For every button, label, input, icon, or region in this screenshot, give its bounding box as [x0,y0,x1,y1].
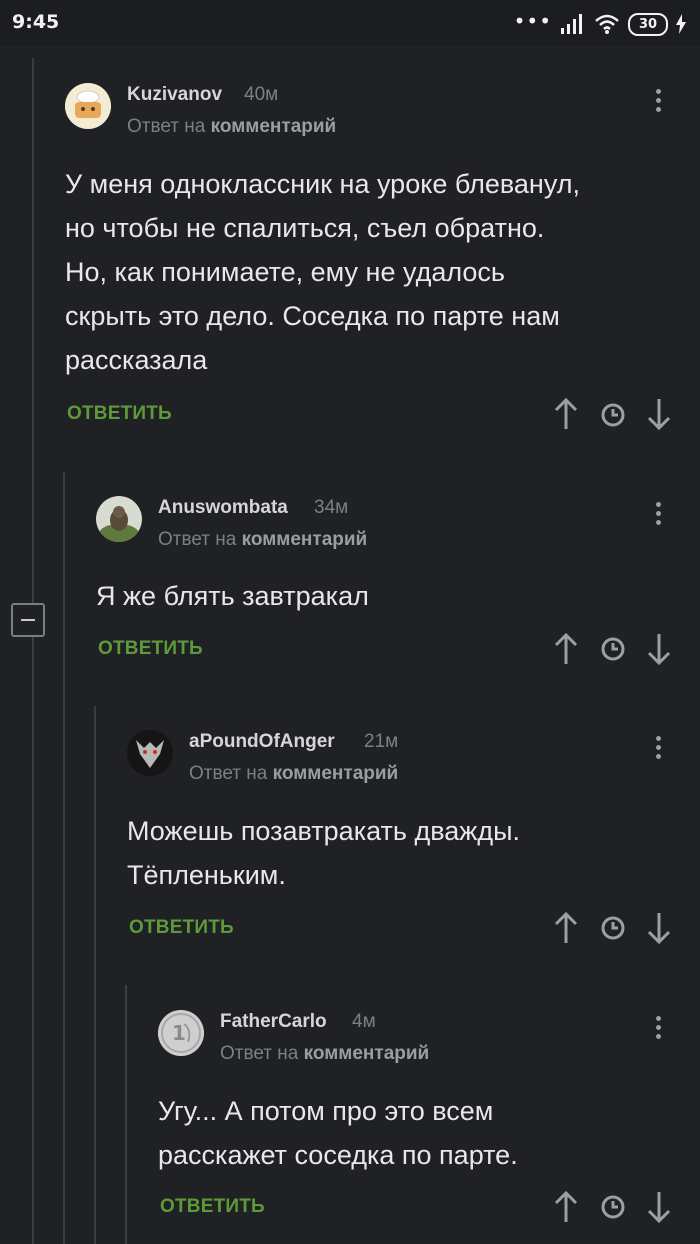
signal-icon [561,14,582,34]
comment-text: Можешь позавтракать дважды. Тёпленьким. [127,816,520,890]
upvote-icon[interactable] [553,632,579,666]
battery-icon: 30 [628,12,668,36]
username[interactable]: FatherCarlo [220,1011,327,1033]
downvote-icon[interactable] [646,911,672,945]
thread-line [63,472,65,1244]
status-time: 9:45 [12,11,60,33]
comment-time: 40м [244,84,279,105]
avatar[interactable] [127,730,173,776]
comment-text: У меня одноклассник на уроке блеванул, н… [65,169,581,375]
reply-button[interactable]: ОТВЕТИТЬ [98,638,203,660]
upvote-icon[interactable] [553,397,579,431]
reply-to-link[interactable]: Ответ на комментарий [127,116,336,138]
reply-to-link[interactable]: Ответ на комментарий [220,1043,429,1065]
comment-time: 4м [352,1011,376,1032]
notification-dots-icon: ••• [513,9,552,33]
save-time-icon[interactable] [600,636,626,662]
comment-time: 34м [314,497,349,518]
comment-text: Я же блять завтракал [96,581,369,611]
upvote-icon[interactable] [553,911,579,945]
thread-line [32,637,34,1244]
wifi-icon [595,14,619,34]
more-menu-icon[interactable] [652,502,664,532]
thread-line [94,706,96,1244]
thread-line [125,985,127,1244]
avatar[interactable] [96,496,142,542]
upvote-icon[interactable] [553,1190,579,1224]
reply-button[interactable]: ОТВЕТИТЬ [67,403,172,425]
reply-button[interactable]: ОТВЕТИТЬ [160,1196,265,1218]
more-menu-icon[interactable] [652,1016,664,1046]
more-menu-icon[interactable] [652,89,664,119]
comment-text: Угу... А потом про это всем расскажет со… [158,1096,518,1170]
downvote-icon[interactable] [646,397,672,431]
username[interactable]: aPoundOfAnger [189,731,335,753]
downvote-icon[interactable] [646,1190,672,1224]
save-time-icon[interactable] [600,915,626,941]
charging-icon [676,14,686,34]
reply-button[interactable]: ОТВЕТИТЬ [129,917,234,939]
reply-to-link[interactable]: Ответ на комментарий [189,763,398,785]
thread-line [32,58,34,603]
status-bar: 9:45 ••• 30 [0,0,700,46]
comment-time: 21м [364,731,399,752]
save-time-icon[interactable] [600,1194,626,1220]
save-time-icon[interactable] [600,402,626,428]
avatar[interactable]: 1 [158,1010,204,1056]
reply-to-link[interactable]: Ответ на комментарий [158,529,367,551]
downvote-icon[interactable] [646,632,672,666]
avatar[interactable] [65,83,111,129]
collapse-thread-button[interactable] [11,603,45,637]
more-menu-icon[interactable] [652,736,664,766]
username[interactable]: Anuswombata [158,497,288,519]
username[interactable]: Kuzivanov [127,84,222,106]
